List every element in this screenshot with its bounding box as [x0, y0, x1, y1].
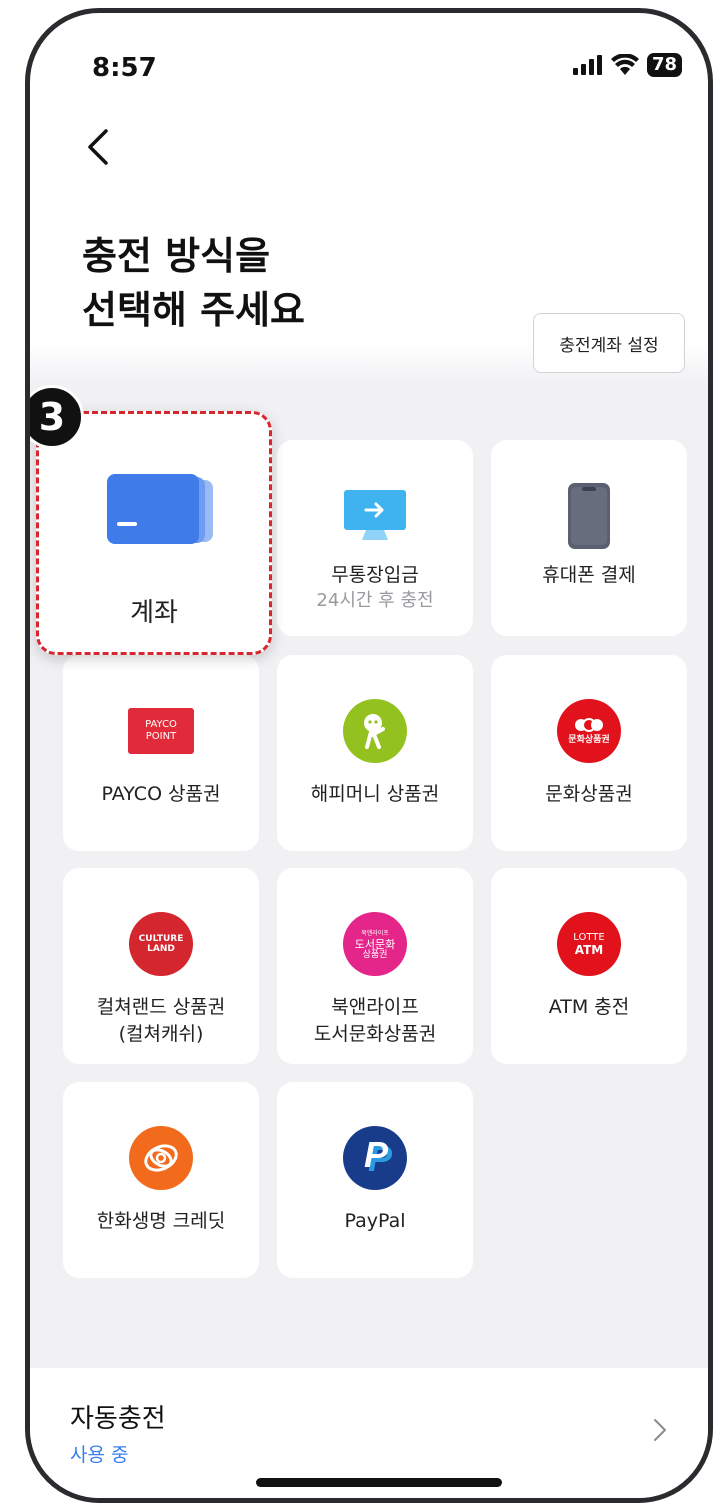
chevron-left-icon — [88, 129, 108, 165]
cultureland-logo-line2: LAND — [147, 944, 175, 954]
auto-charge-title: 자동충전 — [70, 1404, 166, 1434]
booknlife-logo-line1: 북앤라이프 — [361, 929, 389, 937]
lotte-atm-logo: LOTTE ATM — [557, 912, 621, 976]
paypal-logo: P P — [343, 1126, 407, 1190]
tile-label: 휴대폰 결제 — [542, 564, 636, 586]
payco-logo-line2: POINT — [145, 731, 177, 742]
booknlife-logo-line2: 도서문화 — [354, 937, 396, 951]
phone-frame: 8:57 78 충전 방식을 선택해 주세요 충전계좌 설정 무통장입금 24시… — [25, 8, 713, 1503]
phone-icon — [566, 483, 612, 549]
tile-label-line2: 도서문화상품권 — [313, 1023, 437, 1045]
tile-culture-gift[interactable]: 문화상품권 문화상품권 — [491, 655, 687, 851]
status-bar: 8:57 78 — [30, 13, 708, 113]
wifi-icon — [610, 54, 639, 75]
booknlife-logo: 북앤라이프 도서문화 상품권 — [343, 912, 407, 976]
culture-gift-logo-text: 문화상품권 — [568, 734, 610, 745]
home-indicator[interactable] — [256, 1478, 502, 1487]
tile-booknlife[interactable]: 북앤라이프 도서문화 상품권 북앤라이프 도서문화상품권 — [277, 868, 473, 1064]
culture-gift-logo: 문화상품권 — [557, 699, 621, 763]
tile-label: 계좌 — [130, 598, 178, 628]
tile-label: 북앤라이프 도서문화상품권 — [314, 994, 436, 1048]
booknlife-logo-line3: 상품권 — [362, 949, 388, 960]
hanwha-logo — [129, 1126, 193, 1190]
payco-point-logo: PAYCO POINT — [128, 699, 194, 763]
tile-label: 문화상품권 — [545, 783, 633, 805]
tile-label-line2: (컬쳐캐쉬) — [118, 1023, 204, 1045]
card-icon — [107, 474, 217, 552]
back-button[interactable] — [82, 125, 118, 169]
payco-logo-line1: PAYCO — [145, 719, 177, 730]
signal-icon — [572, 55, 602, 75]
page-title: 충전 방식을 선택해 주세요 — [82, 229, 305, 337]
tile-sublabel: 24시간 후 충전 — [316, 590, 434, 611]
page-title-line1: 충전 방식을 — [82, 234, 271, 278]
tile-label: 한화생명 크레딧 — [96, 1210, 226, 1232]
tile-bank-transfer[interactable]: 무통장입금 24시간 후 충전 — [277, 440, 473, 636]
tile-cultureland[interactable]: CULTURE LAND 컬쳐랜드 상품권 (컬쳐캐쉬) — [63, 868, 259, 1064]
tile-label: ATM 충전 — [548, 996, 630, 1018]
account-setting-button[interactable]: 충전계좌 설정 — [533, 313, 685, 373]
tile-atm[interactable]: LOTTE ATM ATM 충전 — [491, 868, 687, 1064]
tile-happymoney[interactable]: 해피머니 상품권 — [277, 655, 473, 851]
battery-icon: 78 — [646, 53, 682, 77]
tile-label: PayPal — [344, 1210, 406, 1232]
cultureland-logo-line1: CULTURE — [138, 934, 184, 944]
tile-label-line1: 컬쳐랜드 상품권 — [96, 996, 226, 1018]
cultureland-logo: CULTURE LAND — [129, 912, 193, 976]
happymoney-logo — [343, 699, 407, 763]
tile-hanwha[interactable]: 한화생명 크레딧 — [63, 1082, 259, 1278]
page-title-line2: 선택해 주세요 — [82, 288, 305, 332]
tile-label-line1: 북앤라이프 — [331, 996, 419, 1018]
auto-charge-status: 사용 중 — [70, 1444, 129, 1466]
atm-logo-line2: ATM — [574, 943, 604, 957]
status-time: 8:57 — [92, 53, 157, 83]
triple-circle-icon — [575, 717, 603, 732]
monitor-arrow-icon — [342, 484, 408, 548]
tile-account[interactable]: 계좌 — [36, 411, 272, 655]
tile-label: PAYCO 상품권 — [101, 783, 221, 805]
tile-label: 무통장입금 — [331, 564, 419, 586]
status-icons: 78 — [572, 53, 682, 77]
tile-label: 컬쳐랜드 상품권 (컬쳐캐쉬) — [97, 994, 225, 1048]
svg-text:P: P — [364, 1134, 389, 1175]
tile-mobile-payment[interactable]: 휴대폰 결제 — [491, 440, 687, 636]
tile-paypal[interactable]: P P PayPal — [277, 1082, 473, 1278]
chevron-right-icon — [654, 1419, 666, 1441]
tile-payco[interactable]: PAYCO POINT PAYCO 상품권 — [63, 655, 259, 851]
tile-label: 해피머니 상품권 — [310, 783, 440, 805]
